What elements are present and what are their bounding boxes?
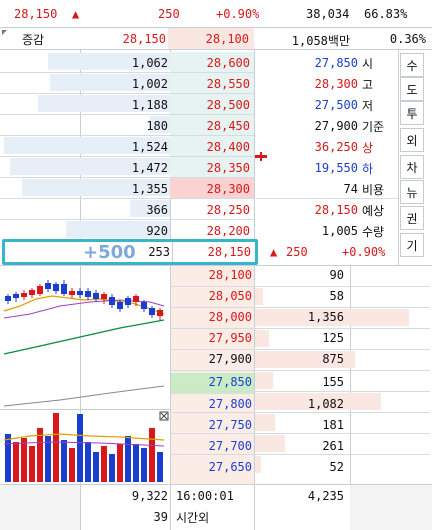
ask-qty: 1,188 [131, 98, 168, 112]
total-bid-qty: 4,235 [307, 489, 344, 503]
tab-oe[interactable]: 외 [400, 128, 424, 152]
bid-price[interactable]: 27,950 [209, 331, 252, 345]
tab-gi[interactable]: 기 [400, 233, 424, 257]
volume-value: 38,034 [306, 7, 350, 21]
high-label: 고 [362, 78, 374, 92]
cost-label: 비용 [362, 183, 385, 197]
change-amount: 250 [158, 7, 180, 21]
tab-cha[interactable]: 차 [400, 155, 424, 179]
best-ask-row[interactable]: +500 253 28,150 [2, 239, 258, 265]
ask-qty: 1,524 [131, 140, 168, 154]
ask-price[interactable]: 28,200 [207, 224, 250, 238]
ask-price[interactable]: 28,350 [207, 161, 250, 175]
ask-qty: 180 [146, 119, 168, 133]
tab-gwon[interactable]: 권 [400, 206, 424, 230]
volume-ratio: 66.83% [364, 7, 408, 21]
turnover-rate: 0.36% [389, 32, 426, 46]
bid-qty: 875 [322, 352, 344, 366]
ask-price[interactable]: 28,450 [207, 119, 250, 133]
bid-qty: 1,356 [307, 310, 344, 324]
high-price: 28,300 [314, 77, 358, 91]
ask-qty: 1,002 [131, 77, 168, 91]
tab-su[interactable]: 수 [400, 53, 424, 77]
bid-qty: 155 [322, 375, 344, 389]
ask-price[interactable]: 28,550 [207, 77, 250, 91]
ask-qty: 920 [146, 224, 168, 238]
tab-tu[interactable]: 투 [400, 101, 424, 125]
expected-change-pct: +0.90% [342, 245, 386, 259]
upper-limit: 36,250 [314, 140, 358, 154]
bid-qty: 1,082 [307, 397, 344, 411]
prev-price: 28,150 [122, 32, 166, 46]
base-label: 기준 [362, 120, 385, 134]
expected-qty-label: 수량 [362, 225, 385, 239]
ma-line-gray [3, 385, 165, 407]
bid-price[interactable]: 27,900 [209, 352, 252, 366]
lower-limit: 19,550 [314, 161, 358, 175]
bid-qty: 90 [329, 268, 344, 282]
bid-price[interactable]: 27,700 [209, 439, 252, 453]
ask-price[interactable]: 28,300 [207, 182, 250, 196]
bid-qty: 125 [322, 331, 344, 345]
expected-label: 예상 [362, 204, 385, 218]
ask-price[interactable]: 28,250 [207, 203, 250, 217]
jeunggam-label: 증감 [22, 33, 45, 47]
tab-do[interactable]: 도 [400, 77, 424, 101]
cost-value: 74 [343, 182, 358, 196]
ask-price[interactable]: 28,150 [208, 245, 251, 259]
volume-bars [5, 413, 163, 482]
bid-price[interactable]: 28,000 [209, 310, 252, 324]
volume-svg [3, 411, 169, 482]
bid-qty: 261 [322, 439, 344, 453]
trade-time: 16:00:01 [176, 489, 234, 503]
ask-price[interactable]: 28,500 [207, 98, 250, 112]
volume-ma-line [3, 433, 165, 441]
change-percent: +0.90% [216, 7, 260, 21]
qty-change-badge: +500 [83, 242, 136, 263]
total-ask-qty: 9,322 [131, 489, 168, 503]
low-label: 저 [362, 99, 374, 113]
ma-line-yellow [3, 295, 165, 315]
compare-price: 28,100 [205, 32, 249, 46]
header-bar: 28,150 ▲ 250 +0.90% 38,034 66.83% [0, 0, 432, 28]
lower-label: 하 [362, 162, 374, 176]
bid-price[interactable]: 28,100 [209, 268, 252, 282]
bid-price[interactable]: 27,800 [209, 397, 252, 411]
expected-qty: 1,005 [321, 224, 358, 238]
trade-amount: 1,058백만 [291, 34, 350, 48]
open-price: 27,850 [314, 56, 358, 70]
bid-price[interactable]: 27,750 [209, 418, 252, 432]
ask-qty: 1,472 [131, 161, 168, 175]
ask-qty: 366 [146, 203, 168, 217]
candlestick-svg [3, 280, 165, 407]
bid-qty: 58 [329, 289, 344, 303]
subheader-bar: 증감 28,150 28,100 1,058백만 0.36% [0, 28, 432, 50]
volume-ma-line-2 [3, 441, 165, 447]
bid-qty: 52 [329, 460, 344, 474]
bid-price[interactable]: 27,850 [209, 375, 252, 389]
current-price: 28,150 [14, 7, 58, 21]
bid-price[interactable]: 27,650 [209, 460, 252, 474]
mini-price-chart [0, 266, 170, 410]
tab-nyu[interactable]: 뉴 [400, 180, 424, 204]
ask-qty: 1,355 [131, 182, 168, 196]
expected-change: 250 [286, 245, 308, 259]
open-label: 시 [362, 57, 374, 71]
ask-qty: 1,062 [131, 56, 168, 70]
ask-qty: 253 [148, 245, 170, 259]
up-arrow-icon: ▲ [72, 7, 80, 21]
expected-arrow-icon: ▲ [270, 245, 278, 259]
upper-label: 상 [362, 141, 374, 155]
ask-price[interactable]: 28,400 [207, 140, 250, 154]
ask-price[interactable]: 28,600 [207, 56, 250, 70]
mini-volume-chart [0, 410, 170, 484]
session-label: 시간외 [176, 511, 210, 525]
expected-price: 28,150 [314, 203, 358, 217]
ma-line-green [3, 319, 165, 355]
low-price: 27,500 [314, 98, 358, 112]
bid-price[interactable]: 28,050 [209, 289, 252, 303]
base-price: 27,900 [314, 119, 358, 133]
bid-qty: 181 [322, 418, 344, 432]
total-ask-count: 39 [153, 510, 168, 524]
